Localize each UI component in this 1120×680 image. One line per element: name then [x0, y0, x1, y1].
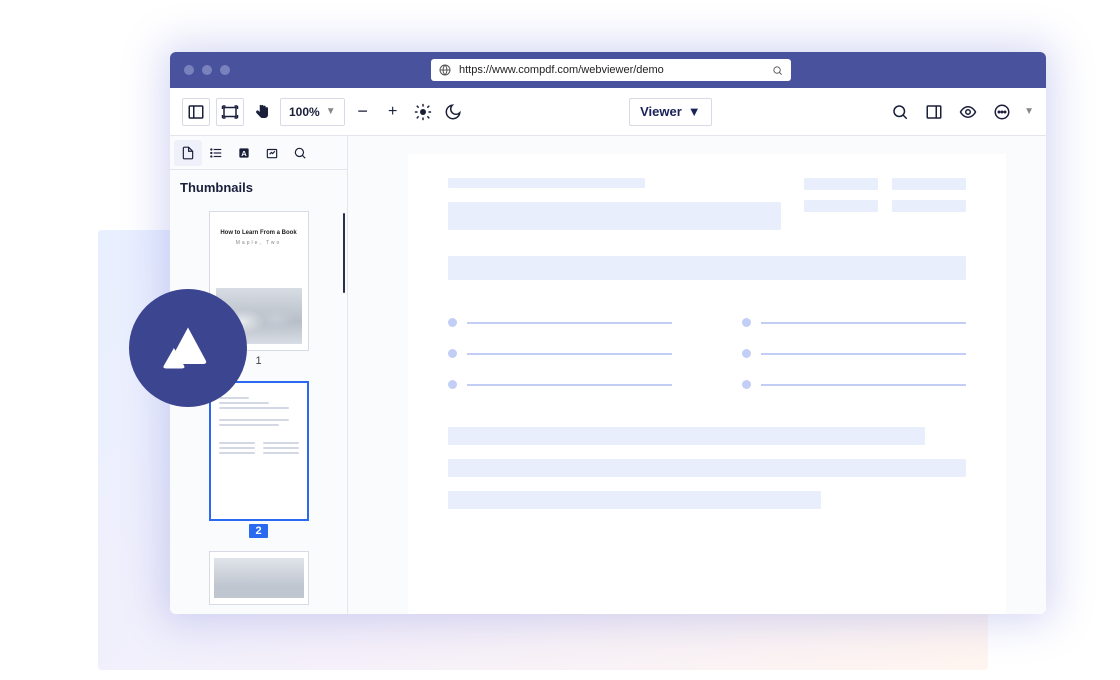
chevron-down-icon: ▼	[688, 104, 701, 119]
close-dot[interactable]	[184, 65, 194, 75]
page-content	[408, 154, 1006, 614]
browser-window: https://www.compdf.com/webviewer/demo 10…	[170, 52, 1046, 614]
hand-tool-button[interactable]	[250, 98, 274, 126]
thumbnail-item[interactable]: 2	[209, 381, 309, 541]
url-text: https://www.compdf.com/webviewer/demo	[459, 64, 764, 76]
visibility-button[interactable]	[956, 98, 980, 126]
url-search-icon[interactable]	[772, 65, 783, 76]
thumb-page-number: 2	[249, 524, 267, 538]
zoom-in-button[interactable]: +	[381, 98, 405, 126]
sidebar-tab-annotations[interactable]: A	[230, 140, 258, 166]
zoom-out-button[interactable]: −	[351, 98, 375, 126]
globe-icon	[439, 64, 451, 76]
zoom-label: 100%	[289, 105, 320, 119]
right-panel-button[interactable]	[922, 98, 946, 126]
sidebar-tab-thumbnails[interactable]	[174, 140, 202, 166]
sidebar-scrollbar[interactable]	[343, 213, 345, 293]
sidebar-tab-outline[interactable]	[202, 140, 230, 166]
url-bar[interactable]: https://www.compdf.com/webviewer/demo	[431, 59, 791, 81]
sidebar-tabs: A	[170, 136, 347, 170]
maximize-dot[interactable]	[220, 65, 230, 75]
sidebar-title: Thumbnails	[170, 170, 347, 201]
more-options-button[interactable]	[990, 98, 1014, 126]
window-controls	[184, 65, 230, 75]
brand-badge	[129, 289, 247, 407]
svg-text:A: A	[241, 148, 247, 157]
search-button[interactable]	[888, 98, 912, 126]
mode-label: Viewer	[640, 104, 682, 119]
view-mode-select[interactable]: Viewer ▼	[629, 98, 712, 126]
thumb3-image	[214, 558, 304, 598]
thumbnail-list: How to Learn From a Book Maple, Two 1	[170, 201, 347, 614]
sidebar-tab-search[interactable]	[286, 140, 314, 166]
thumb1-title: How to Learn From a Book	[210, 212, 308, 236]
brightness-button[interactable]	[411, 98, 435, 126]
sidebar-tab-stamps[interactable]	[258, 140, 286, 166]
toggle-sidebar-button[interactable]	[182, 98, 210, 126]
main-toolbar: 100% ▼ − + Viewer ▼	[170, 88, 1046, 136]
mountain-logo-icon	[156, 316, 220, 380]
zoom-select[interactable]: 100% ▼	[280, 98, 345, 126]
dark-mode-button[interactable]	[441, 98, 465, 126]
thumb1-subtitle: Maple, Two	[210, 236, 308, 246]
titlebar: https://www.compdf.com/webviewer/demo	[170, 52, 1046, 88]
document-viewport[interactable]	[348, 136, 1046, 614]
thumb-page-number: 1	[255, 355, 261, 367]
chevron-down-icon: ▼	[1024, 106, 1034, 117]
thumbnail-item[interactable]	[209, 551, 309, 605]
minimize-dot[interactable]	[202, 65, 212, 75]
chevron-down-icon: ▼	[326, 106, 336, 117]
app-body: A Thumbnails How to Learn From a Book Ma…	[170, 136, 1046, 614]
fullscreen-button[interactable]	[216, 98, 244, 126]
